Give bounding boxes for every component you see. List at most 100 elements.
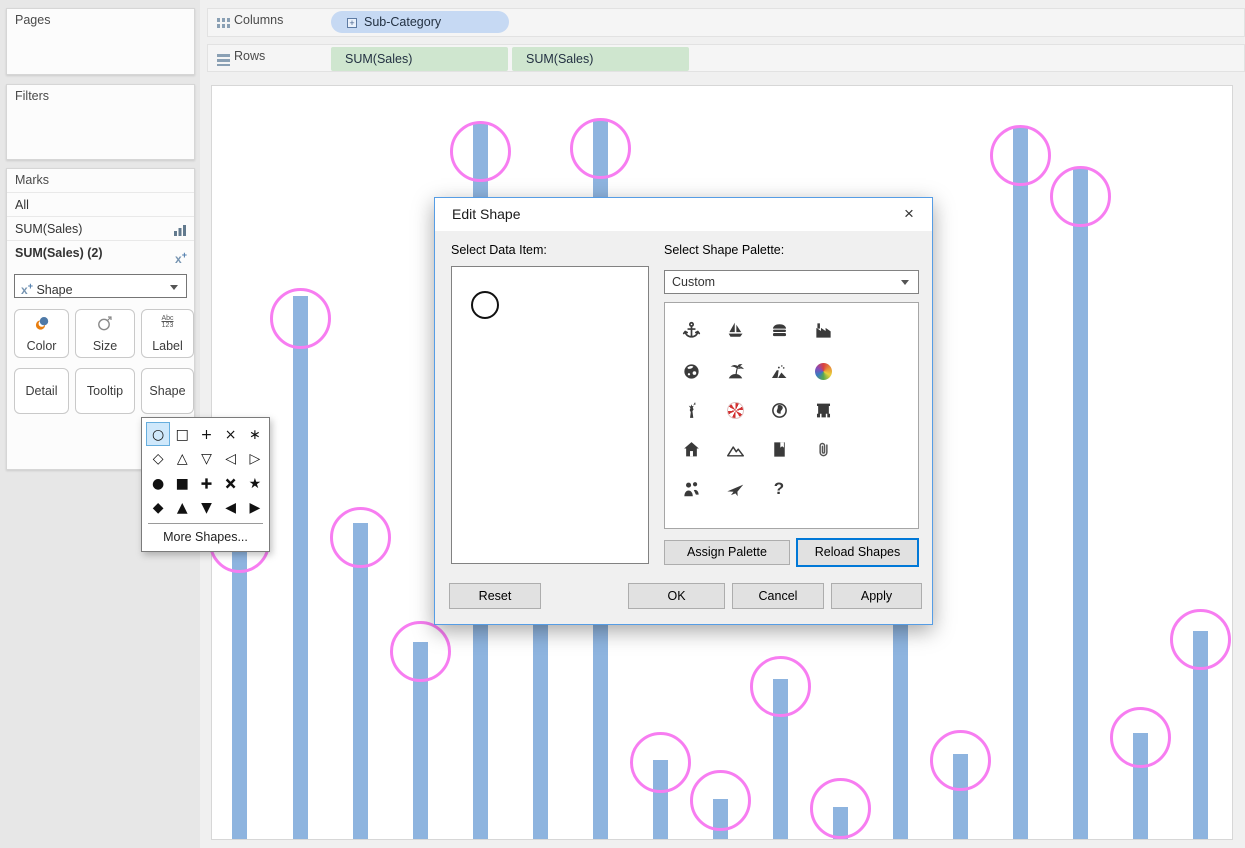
cancel-button[interactable]: Cancel <box>732 583 824 609</box>
paperclip-shape-icon[interactable] <box>811 437 835 461</box>
anchor-shape-icon[interactable] <box>679 318 703 342</box>
chart-circle-mark[interactable] <box>1169 608 1231 670</box>
chart-bar[interactable] <box>1072 169 1088 839</box>
ok-button[interactable]: OK <box>628 583 725 609</box>
tooltip-button[interactable]: Tooltip <box>75 368 135 414</box>
shape-option-triangle-up-outline[interactable]: △ <box>170 446 194 470</box>
marks-title: Marks <box>15 173 50 187</box>
shape-option-plus[interactable]: + <box>194 422 218 446</box>
chart-circle-mark[interactable] <box>389 620 451 682</box>
airplane-shape-icon[interactable] <box>723 477 747 501</box>
hamburger-shape-icon[interactable] <box>767 318 791 342</box>
shape-option-star-filled[interactable]: ★ <box>243 471 267 495</box>
globe-africa-shape-icon[interactable] <box>767 398 791 422</box>
shape-option-triangle-down-outline[interactable]: ▽ <box>194 446 218 470</box>
select-palette-label: Select Shape Palette: <box>664 243 785 257</box>
shape-option-diamond-filled[interactable]: ◆ <box>146 495 170 519</box>
pill-dimension[interactable]: + Sub-Category <box>331 11 509 33</box>
peppermint-candy-shape-icon[interactable] <box>723 398 747 422</box>
chart-circle-mark[interactable] <box>269 287 331 349</box>
volcano-shape-icon[interactable] <box>767 359 791 383</box>
pages-shelf[interactable]: Pages <box>6 8 195 75</box>
shape-option-triangle-left-filled[interactable]: ◀ <box>219 495 243 519</box>
popup-divider <box>148 523 263 524</box>
expand-plus-icon[interactable]: + <box>347 18 357 28</box>
color-icon <box>15 315 68 334</box>
chart-circle-mark[interactable] <box>989 124 1051 186</box>
dialog-titlebar[interactable]: Edit Shape × <box>435 198 932 231</box>
house-shape-icon[interactable] <box>679 437 703 461</box>
reload-shapes-button[interactable]: Reload Shapes <box>796 538 919 567</box>
shape-option-circle-filled[interactable]: ● <box>146 471 170 495</box>
size-button[interactable]: Size <box>75 309 135 358</box>
question-mark-shape-icon[interactable]: ? <box>767 477 791 501</box>
more-shapes-button[interactable]: More Shapes... <box>142 530 269 544</box>
tableau-workspace: Pages Filters Marks All SUM(Sales) SUM(Sal… <box>0 0 1245 848</box>
columns-shelf[interactable]: Columns + Sub-Category <box>207 8 1245 37</box>
pill-measure[interactable]: SUM(Sales) <box>512 47 689 71</box>
data-item-shape-circle[interactable] <box>471 291 499 319</box>
color-button[interactable]: Color <box>14 309 69 358</box>
shape-option-square-filled[interactable]: ■ <box>170 471 194 495</box>
marks-rows: All SUM(Sales) SUM(Sales) (2) x+ <box>7 192 194 266</box>
globe-asia-shape-icon[interactable] <box>679 359 703 383</box>
chart-bar[interactable] <box>231 531 247 839</box>
label-button[interactable]: Abc 123 Label <box>141 309 194 358</box>
shape-option-triangle-up-filled[interactable]: ▲ <box>170 495 194 519</box>
columns-label: Columns <box>234 13 284 27</box>
marks-card-row[interactable]: SUM(Sales) (2) x+ <box>7 240 194 266</box>
palm-island-shape-icon[interactable] <box>723 359 747 383</box>
palette-select-value: Custom <box>672 275 716 289</box>
chart-circle-mark[interactable] <box>629 731 691 793</box>
apply-button[interactable]: Apply <box>831 583 922 609</box>
rows-shelf[interactable]: Rows SUM(Sales) SUM(Sales) <box>207 44 1245 72</box>
book-shape-icon[interactable] <box>767 437 791 461</box>
sailboat-shape-icon[interactable] <box>723 318 747 342</box>
chart-circle-mark[interactable] <box>749 655 811 717</box>
shape-option-asterisk[interactable]: ∗ <box>243 422 267 446</box>
chart-circle-mark[interactable] <box>689 769 751 831</box>
shape-option-diamond-outline[interactable]: ◇ <box>146 446 170 470</box>
ruins-building-shape-icon[interactable] <box>811 398 835 422</box>
chart-circle-mark[interactable] <box>929 729 991 791</box>
dialog-title: Edit Shape <box>452 206 521 222</box>
shape-option-triangle-down-filled[interactable]: ▼ <box>194 495 218 519</box>
chart-bar[interactable] <box>1012 128 1028 839</box>
mountain-shape-icon[interactable] <box>723 437 747 461</box>
marks-card-row[interactable]: All <box>7 192 194 216</box>
shape-palette-box[interactable]: ? <box>664 302 919 529</box>
assign-palette-button[interactable]: Assign Palette <box>664 540 790 565</box>
shape-option-triangle-left-outline[interactable]: ◁ <box>219 446 243 470</box>
filters-shelf[interactable]: Filters <box>6 84 195 160</box>
rows-label: Rows <box>234 49 266 63</box>
marks-card-row[interactable]: SUM(Sales) <box>7 216 194 240</box>
reset-button[interactable]: Reset <box>449 583 541 609</box>
detail-button[interactable]: Detail <box>14 368 69 414</box>
lollipop-shape-icon[interactable] <box>811 359 835 383</box>
chart-circle-mark[interactable] <box>1109 706 1171 768</box>
shape-option-x[interactable]: × <box>219 422 243 446</box>
chart-circle-mark[interactable] <box>809 777 871 839</box>
shape-option-plus-bold[interactable]: + <box>194 471 218 495</box>
chart-circle-mark[interactable] <box>329 506 391 568</box>
factory-shape-icon[interactable] <box>811 318 835 342</box>
shape-option-triangle-right-filled[interactable]: ▶ <box>243 495 267 519</box>
data-item-list[interactable] <box>451 266 649 564</box>
chart-bar[interactable] <box>352 523 368 839</box>
chart-circle-mark[interactable] <box>449 120 511 182</box>
shape-option-x-bold[interactable]: × <box>219 471 243 495</box>
chart-bar[interactable] <box>292 296 308 839</box>
pill-measure[interactable]: SUM(Sales) <box>331 47 508 71</box>
shape-option-triangle-right-outline[interactable]: ▷ <box>243 446 267 470</box>
chart-circle-mark[interactable] <box>1049 165 1111 227</box>
shape-option-square-outline[interactable]: □ <box>170 422 194 446</box>
statue-of-liberty-shape-icon[interactable] <box>679 398 703 422</box>
close-icon[interactable]: × <box>894 202 924 227</box>
people-shape-icon[interactable] <box>679 477 703 501</box>
mark-type-dropdown[interactable]: x+ Shape <box>14 274 187 298</box>
palette-select[interactable]: Custom <box>664 270 919 294</box>
chart-circle-mark[interactable] <box>569 117 631 179</box>
shape-button[interactable]: Shape <box>141 368 194 414</box>
chevron-down-icon <box>901 280 909 285</box>
shape-option-circle-outline[interactable]: ○ <box>146 422 171 447</box>
